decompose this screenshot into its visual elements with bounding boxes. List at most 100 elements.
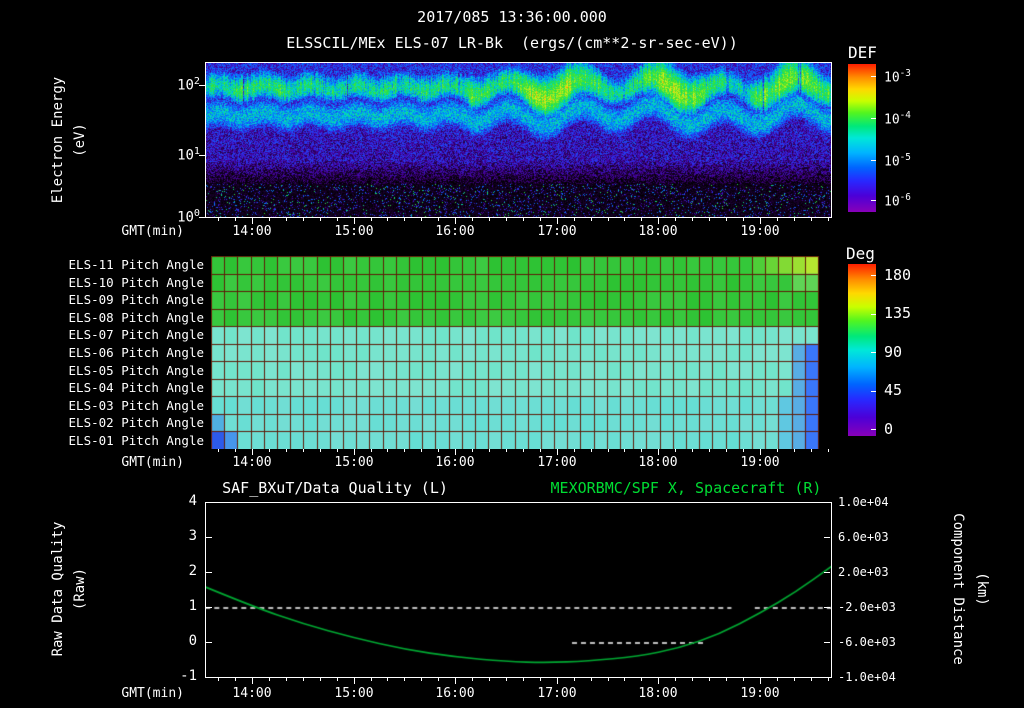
axis-tick	[824, 677, 830, 678]
distance-tick-neg6e3: -6.0e+03	[838, 635, 896, 649]
axis-tick	[206, 502, 212, 503]
axis-tick	[371, 678, 372, 681]
axis-tick	[540, 218, 541, 221]
axis-tick	[371, 218, 372, 221]
axis-tick	[824, 537, 830, 538]
axis-tick	[354, 218, 355, 224]
spectrogram-panel	[205, 62, 832, 218]
plot-title: ELSSCIL/MEx ELS-07 LR-Bk	[286, 34, 503, 52]
axis-tick	[320, 218, 321, 221]
axis-tick	[252, 449, 253, 455]
pitch-angle-panel	[211, 256, 830, 449]
xtick-bot-1400: 14:00	[232, 686, 272, 701]
axis-tick	[743, 678, 744, 681]
axis-tick	[828, 678, 829, 681]
axis-tick	[421, 449, 422, 452]
axis-tick	[608, 678, 609, 681]
axis-tick	[438, 678, 439, 681]
axis-tick	[574, 218, 575, 221]
bottom-left-title: SAF_BXuT/Data Quality (L)	[222, 479, 448, 497]
axis-tick	[354, 449, 355, 455]
xtick-top-1800: 18:00	[638, 224, 678, 239]
axis-tick	[489, 449, 490, 452]
quality-tick-4: 4	[188, 493, 197, 509]
def-tick-1e-4: 10-4	[884, 110, 911, 127]
quality-tick-0: 0	[188, 633, 197, 649]
axis-tick	[811, 678, 812, 681]
axis-tick	[760, 218, 761, 224]
xtick-mid-1800: 18:00	[638, 455, 678, 470]
axis-tick	[658, 218, 659, 224]
distance-axis-label: Component Distance	[950, 513, 966, 665]
axis-tick	[760, 678, 761, 684]
tick-exp: -5	[899, 152, 911, 163]
axis-tick	[591, 678, 592, 681]
axis-tick	[692, 678, 693, 681]
axis-tick	[824, 502, 830, 503]
pitch-row-label-els07: ELS-07 Pitch Angle	[68, 327, 204, 342]
quality-distance-canvas	[206, 503, 831, 677]
axis-tick	[726, 449, 727, 452]
axis-tick	[337, 678, 338, 681]
axis-tick	[472, 449, 473, 452]
pitch-angle-canvas	[211, 256, 830, 449]
timestamp: 2017/085 13:36:00.000	[417, 8, 607, 26]
def-tick-1e-6: 10-6	[884, 192, 911, 209]
axis-tick	[743, 218, 744, 221]
axis-tick	[726, 218, 727, 221]
axis-tick	[871, 200, 876, 201]
distance-tick-6e3: 6.0e+03	[838, 530, 889, 544]
axis-tick	[489, 678, 490, 681]
def-colorbar-title: DEF	[848, 43, 877, 62]
axis-tick	[540, 678, 541, 681]
axis-tick	[557, 449, 558, 455]
axis-tick	[206, 642, 212, 643]
axis-tick	[641, 218, 642, 221]
axis-tick	[438, 449, 439, 452]
axis-tick	[252, 218, 253, 224]
axis-tick	[199, 85, 205, 86]
deg-colorbar-title: Deg	[846, 244, 875, 263]
axis-tick	[871, 275, 876, 276]
xtick-top-1400: 14:00	[232, 224, 272, 239]
deg-tick-90: 90	[884, 343, 903, 361]
axis-tick	[199, 217, 205, 218]
axis-tick	[675, 449, 676, 452]
axis-tick	[387, 449, 388, 452]
axis-tick	[286, 449, 287, 452]
axis-tick	[523, 218, 524, 221]
axis-tick	[387, 218, 388, 221]
tick-base: 10	[177, 147, 194, 164]
quality-tick-2: 2	[188, 563, 197, 579]
tick-base: 10	[884, 194, 900, 210]
axis-tick	[574, 449, 575, 452]
axis-tick	[320, 449, 321, 452]
axis-tick	[421, 218, 422, 221]
axis-tick	[523, 449, 524, 452]
xtick-mid-1900: 19:00	[740, 455, 780, 470]
axis-tick	[871, 314, 876, 315]
axis-tick	[387, 678, 388, 681]
axis-tick	[608, 449, 609, 452]
axis-tick	[472, 678, 473, 681]
axis-tick	[303, 678, 304, 681]
axis-tick	[709, 218, 710, 221]
axis-tick	[777, 678, 778, 681]
energy-tick-1e0: 100	[155, 208, 200, 226]
axis-tick	[206, 572, 212, 573]
axis-tick	[269, 449, 270, 452]
axis-tick	[641, 678, 642, 681]
pitch-row-label-els08: ELS-08 Pitch Angle	[68, 310, 204, 325]
xtick-bot-1700: 17:00	[537, 686, 577, 701]
axis-tick	[624, 449, 625, 452]
xtick-top-1500: 15:00	[334, 224, 374, 239]
axis-tick	[438, 218, 439, 221]
axis-tick	[206, 677, 212, 678]
axis-tick	[506, 218, 507, 221]
tick-exp: -4	[899, 110, 911, 121]
axis-tick	[506, 678, 507, 681]
quality-axis-label: Raw Data Quality	[50, 521, 66, 657]
deg-tick-45: 45	[884, 381, 903, 399]
energy-tick-1e2: 102	[155, 76, 200, 94]
pitch-row-label-els11: ELS-11 Pitch Angle	[68, 257, 204, 272]
